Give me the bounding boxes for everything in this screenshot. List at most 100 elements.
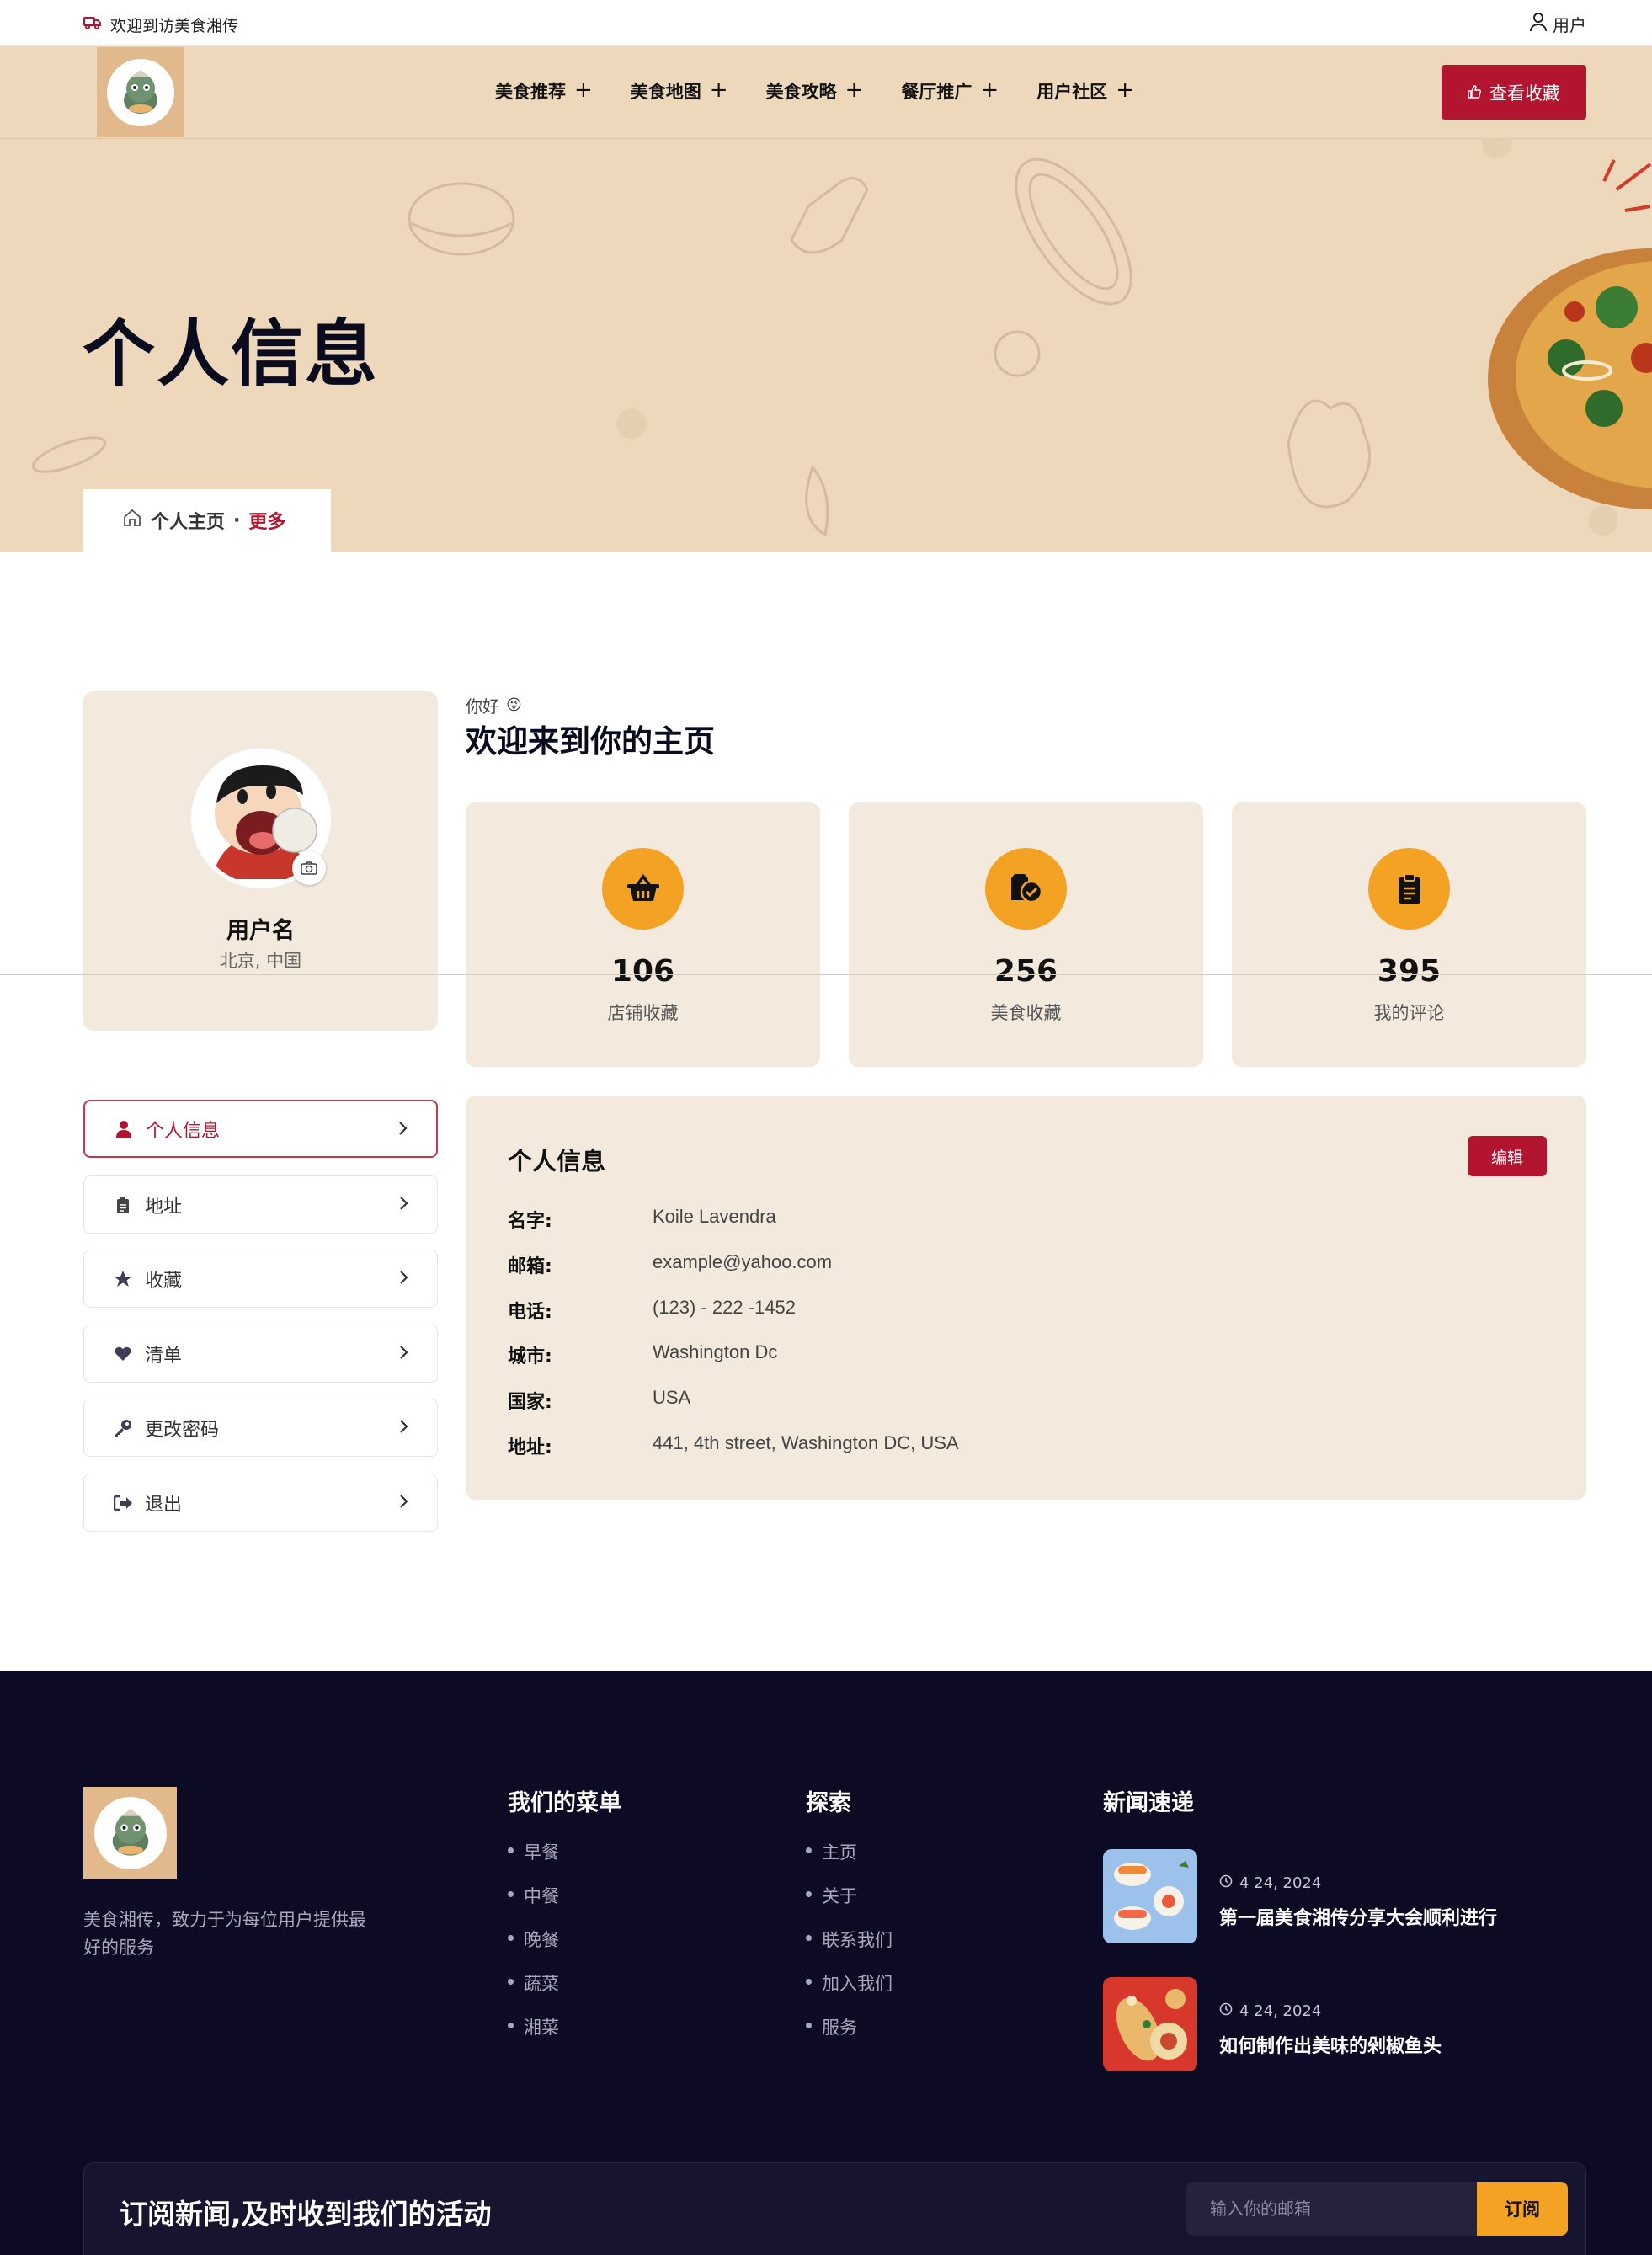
logo-mascot-icon [93, 1797, 167, 1869]
subscribe-email-input[interactable] [1186, 2182, 1477, 2236]
personal-info-panel: 个人信息 编辑 名字: Koile Lavendra 邮箱: example@yah… [466, 1096, 1586, 1500]
user-icon [1529, 12, 1548, 36]
footer-menu-item[interactable]: 湘菜 [508, 2014, 559, 2058]
heart-icon [113, 1346, 133, 1362]
profile-name: 用户名 [226, 918, 295, 944]
footer-menu-item[interactable]: 中餐 [508, 1883, 559, 1927]
breadcrumb-home[interactable]: 个人主页 [151, 507, 225, 534]
news-title[interactable]: 第一届美食湘传分享大会顺利进行 [1219, 1903, 1497, 1930]
greeting-hello: 你好 😜 [466, 693, 522, 717]
basket-icon [602, 848, 684, 930]
info-row-address: 地址: 441, 4th street, Washington DC, USA [508, 1432, 959, 1458]
info-value: Koile Lavendra [653, 1206, 776, 1227]
footer-explore-item[interactable]: 主页 [806, 1839, 893, 1883]
edit-button[interactable]: 编辑 [1468, 1136, 1547, 1176]
plus-icon: + [980, 77, 999, 103]
plus-icon: + [574, 77, 593, 103]
sidebar-item-favorites[interactable]: 收藏 [83, 1250, 438, 1308]
news-item[interactable]: 4 24, 2024 第一届美食湘传分享大会顺利进行 [1103, 1849, 1608, 1943]
nav-item-food-recommend[interactable]: 美食推荐 + [495, 78, 593, 104]
info-row-city: 城市: Washington Dc [508, 1341, 777, 1367]
chevron-right-icon [398, 1493, 410, 1515]
chevron-right-icon [398, 1344, 410, 1366]
divider-line [0, 974, 1652, 975]
plus-icon: + [845, 77, 864, 103]
footer-explore-item[interactable]: 加入我们 [806, 1970, 893, 2014]
box-check-icon [985, 848, 1067, 930]
stat-value: 395 [1377, 954, 1442, 989]
page-title: 个人信息 [83, 312, 379, 397]
view-favorites-button[interactable]: 查看收藏 [1442, 65, 1586, 120]
news-thumbnail-fish [1103, 1977, 1197, 2071]
clipboard-icon [113, 1197, 133, 1213]
nav-item-food-guide[interactable]: 美食攻略 + [766, 78, 864, 104]
stat-card-my-reviews[interactable]: 395 我的评论 [1232, 802, 1586, 1067]
news-date-text: 4 24, 2024 [1239, 1874, 1322, 1892]
main-header: 美食推荐 + 美食地图 + 美食攻略 + 餐厅推广 + 用户社区 + 查看收藏 [0, 46, 1652, 139]
sidebar-item-change-password[interactable]: 更改密码 [83, 1399, 438, 1457]
info-title: 个人信息 [508, 1147, 606, 1175]
sidebar-item-logout[interactable]: 退出 [83, 1474, 438, 1532]
footer-menu-item[interactable]: 晚餐 [508, 1927, 559, 1970]
key-icon [113, 1419, 133, 1437]
sidebar-item-label: 地址 [145, 1196, 183, 1218]
stat-value: 256 [994, 954, 1058, 989]
plus-icon: + [1116, 77, 1134, 103]
footer-menu-item[interactable]: 早餐 [508, 1839, 559, 1883]
nav-label: 餐厅推广 [901, 82, 973, 102]
logout-icon [113, 1495, 133, 1511]
sidebar-item-label: 收藏 [145, 1270, 183, 1292]
news-date: 4 24, 2024 [1219, 1874, 1321, 1892]
nav-label: 美食地图 [630, 82, 701, 102]
info-value: (123) - 222 -1452 [653, 1297, 796, 1318]
site-logo[interactable] [97, 47, 184, 137]
info-value: 441, 4th street, Washington DC, USA [653, 1432, 959, 1453]
user-icon [114, 1120, 134, 1138]
footer-logo[interactable] [83, 1787, 177, 1879]
nav-label: 美食推荐 [495, 82, 566, 102]
main-nav: 美食推荐 + 美食地图 + 美食攻略 + 餐厅推广 + 用户社区 + [495, 78, 1134, 104]
camera-icon[interactable] [292, 851, 326, 885]
chevron-right-icon [398, 1269, 410, 1291]
view-favorites-label: 查看收藏 [1489, 83, 1560, 104]
news-date: 4 24, 2024 [1219, 2002, 1321, 2020]
sidebar-item-list[interactable]: 清单 [83, 1325, 438, 1383]
info-key: 国家: [508, 1392, 552, 1413]
subscribe-button[interactable]: 订阅 [1477, 2182, 1568, 2236]
stat-card-shop-favorites[interactable]: 106 店铺收藏 [466, 802, 820, 1067]
clock-icon [1219, 1874, 1233, 1892]
home-icon [122, 508, 142, 533]
footer-menu-item[interactable]: 蔬菜 [508, 1970, 559, 2014]
top-bar: 欢迎到访美食湘传 用户 [0, 0, 1652, 46]
stat-card-food-favorites[interactable]: 256 美食收藏 [849, 802, 1203, 1067]
sidebar-item-label: 个人信息 [146, 1120, 221, 1142]
footer-explore-title: 探索 [806, 1790, 851, 1816]
info-row-phone: 电话: (123) - 222 -1452 [508, 1297, 796, 1323]
nav-item-community[interactable]: 用户社区 + [1036, 78, 1134, 104]
sidebar-item-personal-info[interactable]: 个人信息 [83, 1100, 438, 1158]
truck-icon [83, 15, 102, 35]
welcome-text: 欢迎到访美食湘传 [110, 17, 239, 35]
footer-menu-title: 我们的菜单 [508, 1790, 621, 1816]
star-icon [113, 1270, 133, 1288]
stat-label: 美食收藏 [990, 1003, 1062, 1023]
nav-item-restaurant-promo[interactable]: 餐厅推广 + [901, 78, 999, 104]
news-thumbnail-sushi [1103, 1849, 1197, 1943]
sidebar-item-address[interactable]: 地址 [83, 1175, 438, 1234]
chevron-right-icon [398, 1195, 410, 1217]
footer-explore-item[interactable]: 联系我们 [806, 1927, 893, 1970]
breadcrumb-current: 更多 [248, 512, 286, 533]
info-value: Washington Dc [653, 1341, 778, 1362]
breadcrumb: 个人主页 · 更多 [83, 489, 331, 552]
user-link[interactable]: 用户 [1529, 12, 1586, 36]
sidebar-item-label: 更改密码 [145, 1419, 220, 1441]
footer-explore-item[interactable]: 关于 [806, 1883, 893, 1927]
breadcrumb-separator: · [233, 509, 241, 531]
news-title[interactable]: 如何制作出美味的剁椒鱼头 [1219, 2031, 1442, 2058]
greeting-title: 欢迎来到你的主页 [466, 723, 715, 760]
news-item[interactable]: 4 24, 2024 如何制作出美味的剁椒鱼头 [1103, 1977, 1608, 2071]
nav-label: 用户社区 [1036, 82, 1108, 102]
thumbs-up-icon [1468, 83, 1481, 103]
nav-item-food-map[interactable]: 美食地图 + [631, 78, 728, 104]
footer-explore-item[interactable]: 服务 [806, 2014, 893, 2058]
